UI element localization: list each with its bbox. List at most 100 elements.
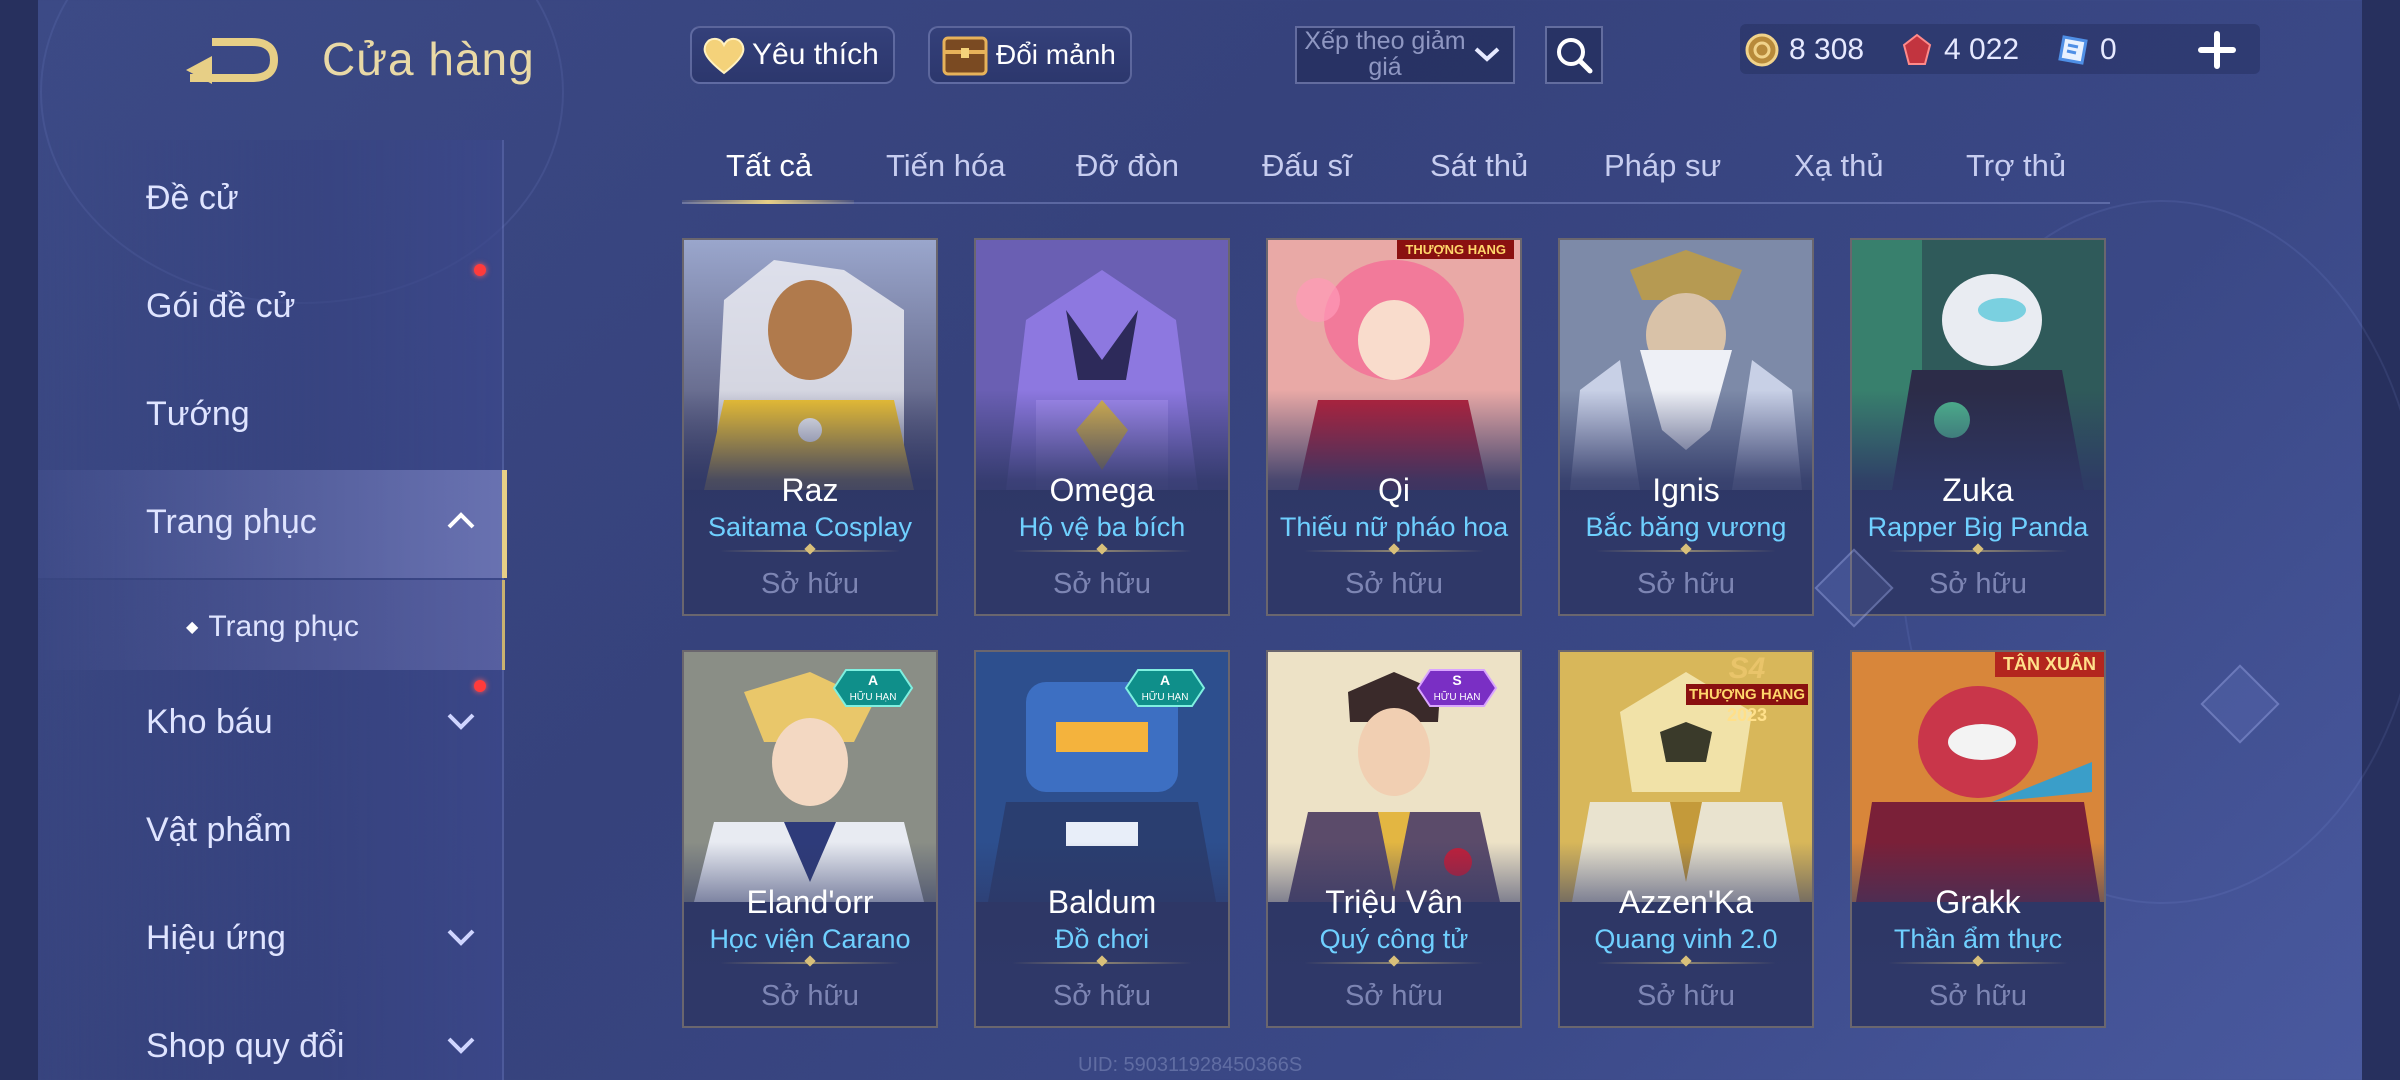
back-button[interactable] <box>182 34 282 90</box>
sidebar-subitem-skins[interactable]: ◆ Trang phục <box>186 597 516 657</box>
skin-card-trieu-van[interactable]: S HỮU HẠN Triệu Vân Quý công tử Sở hữu <box>1266 650 1522 1028</box>
badge-text: HỮU HẠN <box>1434 690 1481 703</box>
owned-status: Sở hữu <box>1636 568 1736 600</box>
skin-card-zuka[interactable]: Zuka Rapper Big Panda Sở hữu <box>1850 238 2106 616</box>
chevron-down-icon <box>447 929 475 946</box>
ribbon-badge: THƯỢNG HẠNG <box>1397 240 1514 259</box>
exchange-fragments-button[interactable]: Đổi mảnh <box>928 26 1132 84</box>
sidebar-item-effects[interactable]: Hiệu ứng <box>146 908 476 968</box>
badge-grade: S <box>1452 672 1461 688</box>
right-edge <box>2362 0 2400 1080</box>
ribbon-badge: TÂN XUÂN <box>1995 652 2104 677</box>
plus-icon <box>2198 31 2236 69</box>
owned-status: Sở hữu <box>1928 980 2028 1012</box>
sidebar-item-treasure[interactable]: Kho báu <box>146 692 476 752</box>
ribbon-year: 2023 <box>1726 705 1768 725</box>
owned-status: Sở hữu <box>1052 980 1152 1012</box>
top-up-button[interactable] <box>2195 28 2239 72</box>
owned-status: Sở hữu <box>760 980 860 1012</box>
sidebar-item-recommended[interactable]: Đề cử <box>146 168 476 228</box>
blue-voucher-icon <box>2058 35 2088 65</box>
skin-name: Thiếu nữ pháo hoa <box>1279 512 1509 542</box>
owned-status: Sở hữu <box>1052 568 1152 600</box>
favorites-label: Yêu thích <box>752 38 879 71</box>
tab-assassin[interactable]: Sát thủ <box>1430 148 1528 184</box>
skin-card-qi[interactable]: THƯỢNG HẠNG Qi Thiếu nữ pháo hoa Sở hữu <box>1266 238 1522 616</box>
skin-name: Quý công tử <box>1319 924 1469 954</box>
tab-all[interactable]: Tất cả <box>726 148 812 184</box>
tab-tank[interactable]: Đỡ đòn <box>1076 148 1179 184</box>
limited-badge-icon: A HỮU HẠN <box>1124 669 1206 707</box>
badge-grade: A <box>1160 672 1170 688</box>
active-tab-indicator <box>682 200 854 204</box>
hero-name: Baldum <box>1047 884 1157 920</box>
page-title: Cửa hàng <box>322 33 535 85</box>
sort-dropdown-label: Xếp theo giảm giá <box>1304 27 1466 81</box>
owned-status: Sở hữu <box>1344 568 1444 600</box>
voucher-amount: 0 <box>2100 33 2117 66</box>
skin-card-azzenka[interactable]: S4 THƯỢNG HẠNG 2023 Azzen'Ka Quang vinh … <box>1558 650 1814 1028</box>
limited-badge-icon: A HỮU HẠN <box>832 669 914 707</box>
skin-card-grakk[interactable]: TÂN XUÂN Grakk Thần ẩm thực Sở hữu <box>1850 650 2106 1028</box>
gem-currency: 4 022 <box>1900 22 2019 78</box>
skin-card-baldum[interactable]: A HỮU HẠN Baldum Đồ chơi Sở hữu <box>974 650 1230 1028</box>
red-gem-icon <box>1902 33 1932 65</box>
gold-currency: 8 308 <box>1745 22 1864 78</box>
skin-name: Thần ẩm thực <box>1893 924 2063 954</box>
tab-marksman[interactable]: Xạ thủ <box>1794 148 1884 184</box>
gold-coin-icon <box>1745 33 1779 67</box>
hero-name: Azzen'Ka <box>1618 884 1754 920</box>
skin-name: Hộ vệ ba bích <box>1018 512 1186 542</box>
tab-evolution[interactable]: Tiến hóa <box>886 148 1006 184</box>
owned-status: Sở hữu <box>760 568 860 600</box>
gem-amount: 4 022 <box>1944 33 2020 66</box>
user-id: UID: 590311928450366S <box>1078 1054 1303 1076</box>
hero-name: Omega <box>1049 472 1155 508</box>
sidebar-item-label: Kho báu <box>146 702 273 741</box>
search-icon <box>1557 38 1593 74</box>
tab-mage[interactable]: Pháp sư <box>1604 148 1721 184</box>
chevron-down-icon <box>447 713 475 730</box>
skin-name: Saitama Cosplay <box>707 512 913 542</box>
chevron-down-icon <box>447 1037 475 1054</box>
owned-status: Sở hữu <box>1636 980 1736 1012</box>
notification-dot <box>474 680 486 692</box>
gold-amount: 8 308 <box>1789 33 1865 66</box>
sidebar-item-skins[interactable]: Trang phục <box>146 492 476 552</box>
skin-name: Rapper Big Panda <box>1867 512 2089 542</box>
tab-fighter[interactable]: Đấu sĩ <box>1262 148 1352 184</box>
skin-card-omega[interactable]: Omega Hộ vệ ba bích Sở hữu <box>974 238 1230 616</box>
voucher-currency: 0 <box>2056 22 2117 78</box>
left-edge <box>0 0 38 1080</box>
sidebar-item-exchange-shop[interactable]: Shop quy đổi <box>146 1016 476 1076</box>
heart-icon <box>703 37 745 75</box>
rank-ribbon: S4 THƯỢNG HẠNG 2023 <box>1686 654 1808 726</box>
search-button[interactable] <box>1545 26 1603 84</box>
favorites-button[interactable]: Yêu thích <box>690 26 895 84</box>
sidebar-item-label: Trang phục <box>146 502 317 541</box>
skin-name: Bắc băng vương <box>1585 512 1787 542</box>
sidebar-item-heroes[interactable]: Tướng <box>146 384 476 444</box>
notification-dot <box>474 264 486 276</box>
chevron-down-icon <box>1474 47 1500 62</box>
sidebar-item-label: Vật phẩm <box>146 810 292 849</box>
skin-card-elandorr[interactable]: A HỮU HẠN Eland'orr Học viện Carano Sở h… <box>682 650 938 1028</box>
sidebar-item-recommended-packs[interactable]: Gói đề cử <box>146 276 476 336</box>
badge-grade: A <box>868 672 878 688</box>
skin-name: Đồ chơi <box>1054 924 1150 954</box>
skin-name: Quang vinh 2.0 <box>1594 924 1778 954</box>
skin-name: Học viện Carano <box>709 924 911 954</box>
hero-name: Zuka <box>1942 472 2014 508</box>
skin-card-raz[interactable]: Raz Saitama Cosplay Sở hữu <box>682 238 938 616</box>
hero-name: Eland'orr <box>746 884 874 920</box>
sort-dropdown[interactable]: Xếp theo giảm giá <box>1295 26 1515 84</box>
category-tabs: Tất cả Tiến hóa Đỡ đòn Đấu sĩ Sát thủ Ph… <box>682 140 2110 204</box>
floating-diamond-icon <box>2200 664 2280 744</box>
tab-support[interactable]: Trợ thủ <box>1966 148 2066 184</box>
diamond-bullet-icon: ◆ <box>186 619 199 636</box>
sidebar-item-items[interactable]: Vật phẩm <box>146 800 476 860</box>
sidebar-item-label: Đề cử <box>146 178 239 217</box>
skin-card-ignis[interactable]: Ignis Bắc băng vương Sở hữu <box>1558 238 1814 616</box>
limited-badge-icon: S HỮU HẠN <box>1416 669 1498 707</box>
ribbon-season: S4 <box>1728 652 1766 685</box>
